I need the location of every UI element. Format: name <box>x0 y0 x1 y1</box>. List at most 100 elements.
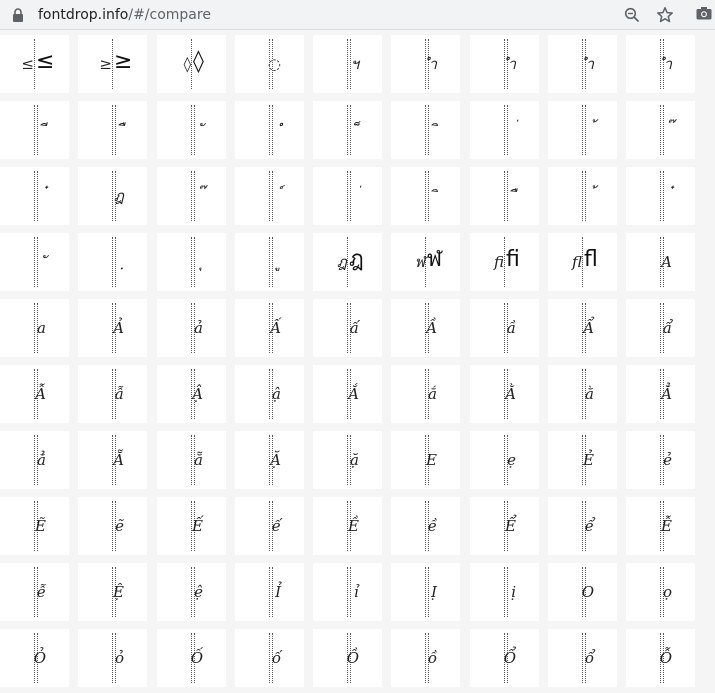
url-text[interactable]: fontdrop.info/#/compare <box>38 6 211 24</box>
glyph-cell[interactable]: Ế <box>157 497 226 555</box>
glyph-cell[interactable]: ฬฬ <box>391 233 460 291</box>
glyph-cell[interactable]: ổ <box>548 629 617 687</box>
glyph-cell[interactable]: ื <box>470 167 539 225</box>
glyph-cell[interactable]: ﬁﬁ <box>470 233 539 291</box>
glyph-cell[interactable]: ằ <box>548 365 617 423</box>
glyph-cell[interactable]: Ậ <box>157 365 226 423</box>
glyph-cell[interactable]: ํ <box>235 101 304 159</box>
glyph-cell[interactable]: Ệ <box>78 563 147 621</box>
glyph-cell[interactable]: ẹ <box>470 431 539 489</box>
glyph-cell[interactable]: ๋ <box>626 167 695 225</box>
glyph-cell[interactable]: ẩ <box>626 299 695 357</box>
glyph-cell[interactable]: ู <box>235 233 304 291</box>
glyph-cell[interactable]: ỏ <box>78 629 147 687</box>
glyph-cell[interactable]: Ả <box>78 299 147 357</box>
glyph-cell[interactable]: ể <box>548 497 617 555</box>
glyph-cell[interactable]: ฎฎ <box>313 233 382 291</box>
glyph-cell[interactable]: ้ <box>548 101 617 159</box>
glyph-cell[interactable]: ồ <box>391 629 460 687</box>
glyph-cell[interactable]: ำ <box>470 35 539 93</box>
glyph-cell[interactable]: ấ <box>313 299 382 357</box>
glyph-font-a: E <box>426 451 437 469</box>
glyph-font-b: ◊ <box>193 49 204 74</box>
glyph-cell[interactable]: ố <box>235 629 304 687</box>
glyph-cell[interactable]: Ỏ <box>0 629 69 687</box>
glyph-font-a: Ệ <box>113 583 124 601</box>
glyph-cell[interactable]: ế <box>235 497 304 555</box>
glyph-cell[interactable]: ่ <box>313 167 382 225</box>
glyph-cell[interactable]: ั <box>157 101 226 159</box>
glyph-cell[interactable]: Ẵ <box>78 431 147 489</box>
camera-icon[interactable] <box>696 6 712 20</box>
glyph-cell[interactable]: ặ <box>313 431 382 489</box>
glyph-cell[interactable]: ำ <box>391 35 460 93</box>
glyph-cell[interactable]: ệ <box>157 563 226 621</box>
glyph-cell[interactable]: ị <box>470 563 539 621</box>
glyph-cell[interactable]: ẵ <box>157 431 226 489</box>
omnibox[interactable]: fontdrop.info/#/compare <box>0 2 686 28</box>
glyph-cell[interactable]: Ấ <box>235 299 304 357</box>
glyph-cell[interactable]: ำ <box>626 35 695 93</box>
glyph-cell[interactable]: ả <box>157 299 226 357</box>
glyph-cell[interactable]: ◌ <box>235 35 304 93</box>
glyph-cell[interactable]: Ẽ <box>0 497 69 555</box>
glyph-cell[interactable]: Ặ <box>235 431 304 489</box>
glyph-cell[interactable]: ฎ <box>78 167 147 225</box>
glyph-cell[interactable]: ẫ <box>78 365 147 423</box>
glyph-cell[interactable]: Ầ <box>391 299 460 357</box>
glyph-cell[interactable]: Ẳ <box>626 365 695 423</box>
glyph-cell[interactable]: ำ <box>548 35 617 93</box>
glyph-cell[interactable]: ี <box>0 101 69 159</box>
glyph-cell[interactable]: ื <box>78 101 147 159</box>
glyph-cell[interactable]: ≤ ≤ <box>0 35 69 93</box>
glyph-cell[interactable]: ุ <box>157 233 226 291</box>
glyph-cell[interactable]: ậ <box>235 365 304 423</box>
glyph-cell[interactable]: Ẻ <box>548 431 617 489</box>
glyph-cell[interactable]: Ổ <box>470 629 539 687</box>
glyph-cell[interactable]: ầ <box>470 299 539 357</box>
glyph-cell[interactable]: ฯ <box>313 35 382 93</box>
lock-icon[interactable] <box>12 8 24 22</box>
glyph-cell[interactable]: ẻ <box>626 431 695 489</box>
glyph-cell[interactable]: ọ <box>626 563 695 621</box>
glyph-cell[interactable]: E <box>391 431 460 489</box>
glyph-cell[interactable]: a <box>0 299 69 357</box>
glyph-cell[interactable]: ỉ <box>313 563 382 621</box>
glyph-cell[interactable]: Ắ <box>313 365 382 423</box>
glyph-cell[interactable]: ề <box>391 497 460 555</box>
glyph-cell[interactable]: ẽ <box>78 497 147 555</box>
glyph-cell[interactable]: ้ <box>548 167 617 225</box>
glyph-cell[interactable]: ่ <box>470 101 539 159</box>
glyph-cell[interactable]: ็ <box>313 101 382 159</box>
glyph-cell[interactable]: ๋ <box>0 167 69 225</box>
glyph-cell[interactable]: Ỉ <box>235 563 304 621</box>
glyph-cell[interactable]: Ẫ <box>0 365 69 423</box>
glyph-cell[interactable]: ≥ ≥ <box>78 35 147 93</box>
star-icon[interactable] <box>656 6 674 24</box>
glyph-cell[interactable]: ์ <box>235 167 304 225</box>
glyph-cell[interactable]: ﬂﬂ <box>548 233 617 291</box>
glyph-cell[interactable]: Ẩ <box>548 299 617 357</box>
glyph-cell[interactable]: ิ <box>391 101 460 159</box>
glyph-cell[interactable]: Ị <box>391 563 460 621</box>
glyph-cell[interactable]: ฺ <box>78 233 147 291</box>
glyph-cell[interactable]: ั <box>0 233 69 291</box>
glyph-cell[interactable]: ắ <box>391 365 460 423</box>
glyph-cell[interactable]: A <box>626 233 695 291</box>
glyph-cell[interactable]: ๊ <box>157 167 226 225</box>
glyph-cell[interactable]: Ề <box>313 497 382 555</box>
zoom-icon[interactable] <box>624 7 640 23</box>
glyph-cell[interactable]: ễ <box>0 563 69 621</box>
glyph-cell[interactable]: Ồ <box>313 629 382 687</box>
glyph-cell[interactable]: O <box>548 563 617 621</box>
glyph-cell[interactable]: Ằ <box>470 365 539 423</box>
glyph-cell[interactable]: Ễ <box>626 497 695 555</box>
glyph-cell[interactable]: ๊ <box>626 101 695 159</box>
glyph-cell[interactable]: Ỗ <box>626 629 695 687</box>
glyph-cell[interactable]: ิ <box>391 167 460 225</box>
glyph-cell[interactable]: ◊ ◊ <box>157 35 226 93</box>
glyph-cell[interactable]: Ố <box>157 629 226 687</box>
glyph-cell[interactable]: ẳ <box>0 431 69 489</box>
glyph-font-a: ỉ <box>354 583 359 601</box>
glyph-cell[interactable]: Ể <box>470 497 539 555</box>
